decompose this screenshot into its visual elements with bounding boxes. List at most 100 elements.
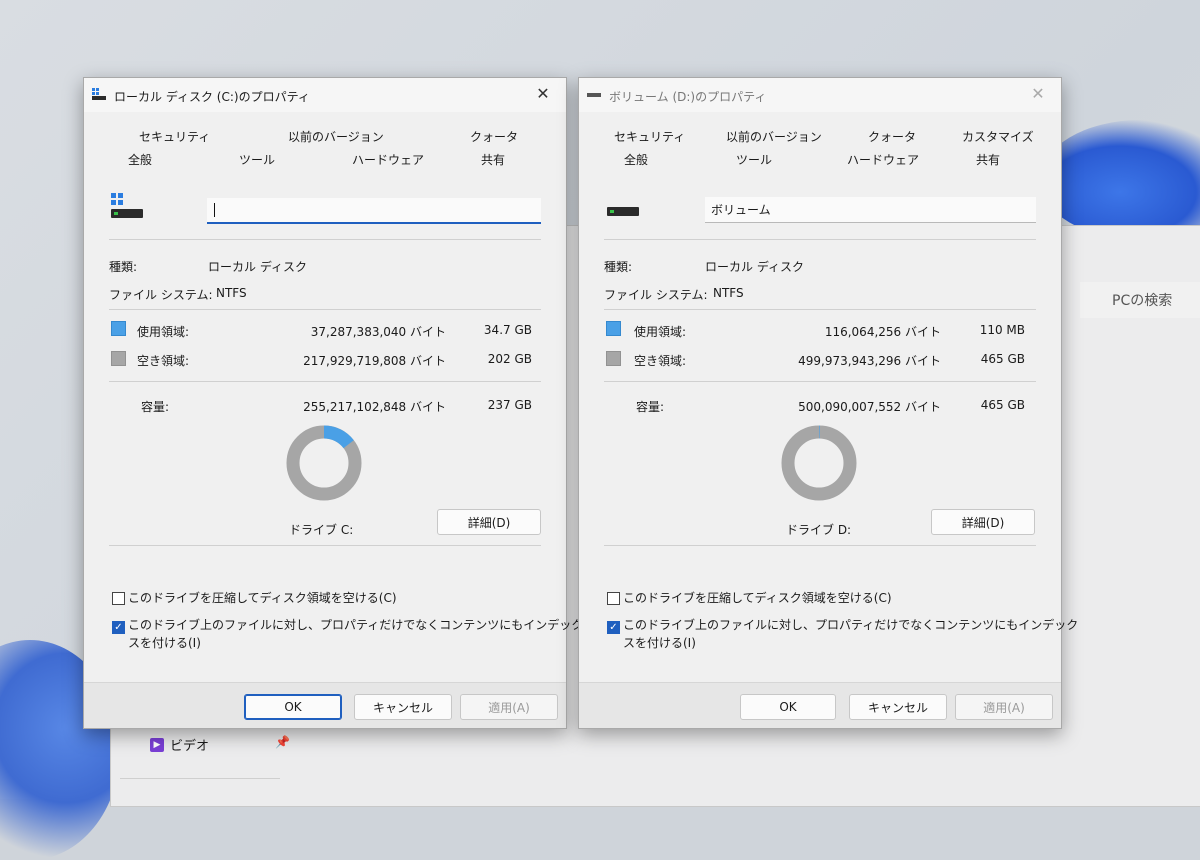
windows-logo-icon [111, 193, 123, 205]
tab-previous-versions[interactable]: 以前のバージョン [288, 128, 384, 145]
index-checkbox[interactable]: ✓ [607, 621, 620, 634]
capacity-bytes: 500,090,007,552 バイト [798, 400, 941, 414]
hard-drive-icon [92, 88, 106, 100]
hard-drive-icon [111, 209, 143, 218]
filesystem-label: ファイル システム: [604, 288, 708, 302]
compress-checkbox[interactable] [112, 592, 125, 605]
dialog-title: ボリューム (D:)のプロパティ [609, 90, 767, 104]
explorer-search-box[interactable]: PCの検索 [1080, 282, 1200, 318]
free-space-bytes: 499,973,943,296 バイト [798, 354, 941, 368]
index-checkbox[interactable]: ✓ [112, 621, 125, 634]
sidebar-item-label: ビデオ [170, 739, 210, 754]
tab-security[interactable]: セキュリティ [614, 128, 685, 145]
used-space-label: 使用領域: [137, 325, 190, 339]
disk-usage-donut [286, 425, 362, 501]
compress-label: このドライブを圧縮してディスク領域を空ける(C) [128, 591, 397, 605]
apply-button[interactable]: 適用(A) [955, 694, 1053, 720]
divider [109, 309, 541, 310]
cancel-button[interactable]: キャンセル [849, 694, 947, 720]
tab-hardware[interactable]: ハードウェア [847, 151, 919, 168]
ok-button[interactable]: OK [740, 694, 836, 720]
tab-quota[interactable]: クォータ [868, 128, 916, 145]
compress-label: このドライブを圧縮してディスク領域を空ける(C) [623, 591, 892, 605]
type-label: 種類: [604, 260, 633, 274]
volume-name-input[interactable] [705, 197, 1036, 223]
type-label: 種類: [109, 260, 138, 274]
drive-label: ドライブ C: [289, 523, 354, 537]
text-caret [214, 203, 215, 217]
index-label-line2: スを付ける(I) [128, 636, 201, 650]
free-space-swatch [606, 351, 621, 366]
close-button[interactable]: ✕ [528, 82, 558, 106]
capacity-label: 容量: [141, 400, 170, 414]
index-label-line1: このドライブ上のファイルに対し、プロパティだけでなくコンテンツにもインデックス [128, 618, 595, 632]
filesystem-label: ファイル システム: [109, 288, 213, 302]
cancel-button[interactable]: キャンセル [354, 694, 452, 720]
index-label-line1: このドライブ上のファイルに対し、プロパティだけでなくコンテンツにもインデック [623, 618, 1079, 632]
capacity-size: 465 GB [980, 398, 1025, 412]
details-button[interactable]: 詳細(D) [931, 509, 1035, 535]
video-folder-icon: ▶ [150, 737, 164, 752]
titlebar[interactable]: ローカル ディスク (C:)のプロパティ ✕ [84, 78, 566, 112]
free-space-bytes: 217,929,719,808 バイト [303, 354, 446, 368]
free-space-swatch [111, 351, 126, 366]
divider [109, 381, 541, 382]
tab-hardware[interactable]: ハードウェア [352, 151, 424, 168]
capacity-size: 237 GB [487, 398, 532, 412]
ok-button[interactable]: OK [244, 694, 342, 720]
close-icon: ✕ [536, 84, 550, 103]
used-space-size: 34.7 GB [483, 323, 532, 337]
properties-dialog-d: ボリューム (D:)のプロパティ ✕ セキュリティ 以前のバージョン クォータ … [578, 77, 1078, 729]
pin-icon[interactable]: 📌 [275, 735, 290, 749]
sidebar-divider [120, 778, 280, 779]
hard-drive-icon [607, 207, 639, 216]
sidebar-item-video[interactable]: ▶ ビデオ [150, 735, 209, 754]
free-space-size: 202 GB [487, 352, 532, 366]
type-value: ローカル ディスク [208, 260, 307, 274]
divider [109, 239, 541, 240]
close-button[interactable]: ✕ [1023, 82, 1053, 106]
filesystem-value: NTFS [216, 286, 247, 300]
donut-free-ring [781, 425, 857, 501]
details-button[interactable]: 詳細(D) [437, 509, 541, 535]
divider [604, 239, 1036, 240]
type-value: ローカル ディスク [705, 260, 804, 274]
tab-customize[interactable]: カスタマイズ [962, 128, 1034, 145]
hard-drive-icon [587, 93, 601, 97]
dialog-title: ローカル ディスク (C:)のプロパティ [114, 90, 310, 104]
tab-general[interactable]: 全般 [624, 151, 648, 168]
free-space-size: 465 GB [980, 352, 1025, 366]
free-space-label: 空き領域: [137, 354, 190, 368]
divider [604, 381, 1036, 382]
drive-label: ドライブ D: [786, 523, 852, 537]
properties-dialog-c: ローカル ディスク (C:)のプロパティ ✕ セキュリティ 以前のバージョン ク… [83, 77, 595, 729]
tab-tools[interactable]: ツール [239, 151, 275, 168]
divider [109, 545, 541, 546]
index-label-line2: スを付ける(I) [623, 636, 696, 650]
close-icon: ✕ [1031, 84, 1045, 103]
compress-checkbox[interactable] [607, 592, 620, 605]
divider [604, 545, 1036, 546]
tab-tools[interactable]: ツール [736, 151, 772, 168]
tab-previous-versions[interactable]: 以前のバージョン [726, 128, 822, 145]
tab-quota[interactable]: クォータ [470, 128, 518, 145]
volume-name-input[interactable] [207, 198, 541, 224]
tab-sharing[interactable]: 共有 [481, 151, 505, 168]
used-space-bytes: 37,287,383,040 バイト [310, 325, 446, 339]
divider [604, 309, 1036, 310]
capacity-label: 容量: [636, 400, 665, 414]
free-space-label: 空き領域: [634, 354, 687, 368]
used-space-swatch [606, 321, 621, 336]
tab-sharing[interactable]: 共有 [976, 151, 1000, 168]
apply-button[interactable]: 適用(A) [460, 694, 558, 720]
capacity-bytes: 255,217,102,848 バイト [303, 400, 446, 414]
used-space-swatch [111, 321, 126, 336]
tab-general[interactable]: 全般 [128, 151, 152, 168]
titlebar[interactable]: ボリューム (D:)のプロパティ ✕ [579, 78, 1061, 112]
used-space-size: 110 MB [979, 323, 1025, 337]
used-space-bytes: 116,064,256 バイト [824, 325, 941, 339]
tab-security[interactable]: セキュリティ [139, 128, 210, 145]
disk-usage-donut [781, 425, 857, 501]
filesystem-value: NTFS [713, 286, 744, 300]
used-space-label: 使用領域: [634, 325, 687, 339]
